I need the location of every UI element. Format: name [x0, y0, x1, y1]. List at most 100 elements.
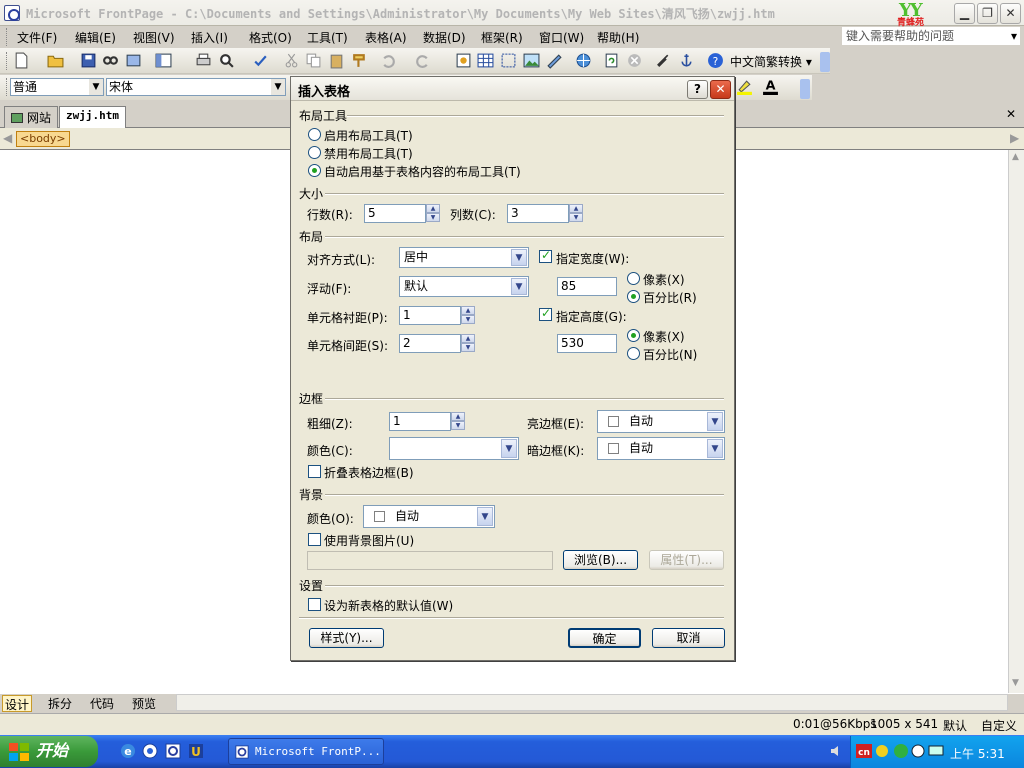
tab-zwjj[interactable]: zwjj.htm: [59, 106, 126, 128]
radio-disable-layout[interactable]: [308, 146, 321, 159]
border-color-dropdown-arrow[interactable]: ▼: [501, 439, 517, 458]
drawing-icon[interactable]: [546, 52, 563, 69]
cell-spacing-spinner[interactable]: ▲ ▼: [461, 334, 475, 353]
redo-icon[interactable]: [414, 52, 431, 69]
paste-icon[interactable]: [328, 52, 345, 69]
specify-width-checkbox[interactable]: [539, 248, 552, 263]
dialog-close-button[interactable]: ✕: [710, 80, 731, 99]
cell-padding-input[interactable]: 1: [399, 306, 461, 325]
cols-input[interactable]: 3: [507, 204, 569, 223]
print-icon[interactable]: [195, 52, 212, 69]
anchor-icon[interactable]: [678, 52, 695, 69]
radio-enable-layout[interactable]: [308, 128, 321, 141]
close-document-icon[interactable]: ✕: [1006, 107, 1016, 121]
body-tag-button[interactable]: <body>: [16, 131, 70, 147]
menu-view[interactable]: 视图(V): [133, 29, 175, 46]
bg-color-select[interactable]: 自动 ▼: [363, 505, 495, 528]
ime-mode-icon[interactable]: [874, 743, 890, 759]
menu-file[interactable]: 文件(F): [17, 29, 57, 46]
spelling-icon[interactable]: [252, 52, 269, 69]
toggle-pane-icon[interactable]: [155, 52, 172, 69]
menu-insert[interactable]: 插入(I): [191, 29, 228, 46]
tab-split[interactable]: 拆分: [46, 695, 74, 712]
security-icon[interactable]: [910, 743, 926, 759]
uniscribe-icon[interactable]: U: [188, 743, 204, 759]
tab-website[interactable]: 网站: [4, 106, 59, 128]
show-all-icon[interactable]: [655, 52, 672, 69]
network-icon[interactable]: [893, 743, 909, 759]
frontpage-app-icon[interactable]: [4, 5, 20, 21]
default-mode[interactable]: 默认: [943, 717, 967, 734]
copy-icon[interactable]: [305, 52, 322, 69]
save-icon[interactable]: [80, 52, 97, 69]
tray-speaker-icon[interactable]: [828, 743, 844, 759]
stop-icon[interactable]: [626, 52, 643, 69]
light-border-dropdown-arrow[interactable]: ▼: [707, 412, 723, 431]
ime-icon[interactable]: cn: [856, 743, 872, 759]
help-icon[interactable]: ?: [707, 52, 724, 69]
light-border-select[interactable]: 自动 ▼: [597, 410, 725, 433]
rows-spinner[interactable]: ▲ ▼: [426, 204, 440, 223]
menu-window[interactable]: 窗口(W): [539, 29, 584, 46]
custom-mode[interactable]: 自定义: [981, 717, 1017, 734]
highlight-icon[interactable]: [736, 78, 753, 95]
properties-button[interactable]: 属性(T)...: [649, 550, 724, 570]
menu-table[interactable]: 表格(A): [365, 29, 407, 46]
float-select[interactable]: 默认 ▼: [399, 276, 529, 297]
horizontal-scrollbar[interactable]: [176, 694, 1008, 711]
print-preview-icon[interactable]: [218, 52, 235, 69]
font-select[interactable]: 宋体 ▼: [106, 78, 286, 96]
media-icon[interactable]: [142, 743, 158, 759]
tab-code[interactable]: 代码: [88, 695, 116, 712]
ok-button[interactable]: 确定: [568, 628, 641, 648]
style-dropdown-arrow[interactable]: ▼: [89, 79, 103, 95]
collapse-border-checkbox[interactable]: [308, 465, 321, 478]
menu-edit[interactable]: 编辑(E): [75, 29, 116, 46]
toolbar-overflow[interactable]: [820, 52, 830, 72]
publish-icon[interactable]: [125, 52, 142, 69]
maximize-button[interactable]: ❐: [977, 3, 998, 24]
bg-color-dropdown-arrow[interactable]: ▼: [477, 507, 493, 526]
tag-forward-icon[interactable]: ▶: [1010, 131, 1019, 145]
cut-icon[interactable]: [283, 52, 300, 69]
cell-spacing-input[interactable]: 2: [399, 334, 461, 353]
tab-design[interactable]: 设计: [2, 695, 33, 712]
border-color-select[interactable]: ▼: [389, 437, 519, 460]
float-dropdown-arrow[interactable]: ▼: [511, 278, 527, 295]
insert-layer-icon[interactable]: [500, 52, 517, 69]
frontpage-quicklaunch-icon[interactable]: [165, 743, 181, 759]
width-pixels-radio[interactable]: [627, 272, 640, 285]
convert-chinese-button[interactable]: 中文简繁转换 ▾: [730, 53, 812, 70]
cell-padding-spinner[interactable]: ▲ ▼: [461, 306, 475, 325]
search-icon[interactable]: [102, 52, 119, 69]
rows-input[interactable]: 5: [364, 204, 426, 223]
set-default-checkbox[interactable]: [308, 598, 321, 611]
style-select[interactable]: 普通 ▼: [10, 78, 104, 96]
tab-preview[interactable]: 预览: [130, 695, 158, 712]
cancel-button[interactable]: 取消: [652, 628, 725, 648]
refresh-icon[interactable]: [603, 52, 620, 69]
radio-auto-layout[interactable]: [308, 164, 321, 177]
undo-icon[interactable]: [380, 52, 397, 69]
open-folder-icon[interactable]: [47, 52, 64, 69]
font-color-icon[interactable]: A: [762, 78, 779, 95]
specify-height-checkbox[interactable]: [539, 306, 552, 321]
menu-help[interactable]: 帮助(H): [597, 29, 639, 46]
dialog-help-button[interactable]: ?: [687, 80, 708, 99]
scroll-up-icon[interactable]: ▲: [1012, 152, 1019, 162]
use-bg-image-checkbox[interactable]: [308, 533, 321, 546]
align-dropdown-arrow[interactable]: ▼: [511, 249, 527, 266]
window-close-button[interactable]: ✕: [1000, 3, 1021, 24]
style-button[interactable]: 样式(Y)...: [309, 628, 384, 648]
border-size-spinner[interactable]: ▲ ▼: [451, 412, 465, 431]
menu-data[interactable]: 数据(D): [423, 29, 466, 46]
format-toolbar-overflow[interactable]: [800, 79, 810, 99]
browse-button[interactable]: 浏览(B)...: [563, 550, 638, 570]
hyperlink-icon[interactable]: [575, 52, 592, 69]
scroll-down-icon[interactable]: ▼: [1012, 678, 1019, 688]
dark-border-select[interactable]: 自动 ▼: [597, 437, 725, 460]
width-percent-radio[interactable]: [627, 290, 640, 303]
insert-table-icon[interactable]: [477, 52, 494, 69]
insert-picture-icon[interactable]: [523, 52, 540, 69]
bg-image-path-input[interactable]: [307, 551, 553, 570]
